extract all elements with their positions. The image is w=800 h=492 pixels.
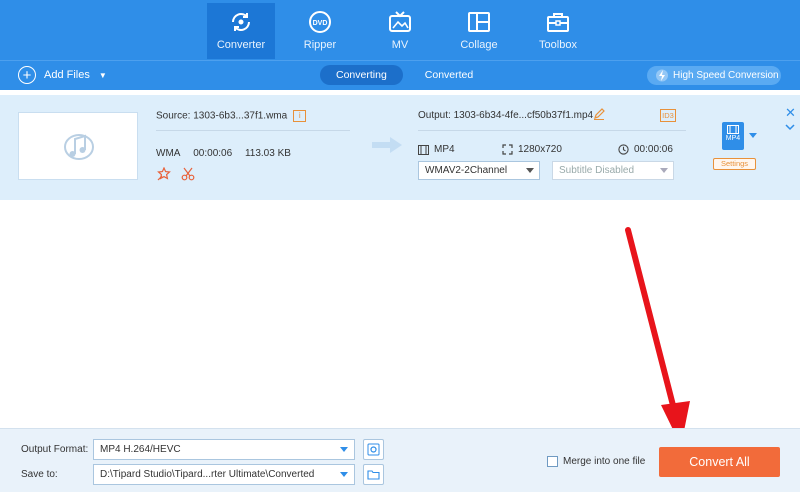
add-files-label: Add Files	[44, 69, 90, 81]
settings-icon	[367, 443, 380, 456]
source-duration: 00:00:06	[193, 148, 233, 159]
nav-collage-label: Collage	[460, 39, 498, 51]
scissors-icon[interactable]	[181, 167, 195, 181]
info-icon[interactable]: i	[293, 110, 307, 122]
clock-icon	[618, 144, 629, 155]
resize-icon	[502, 144, 513, 155]
nav-mv-label: MV	[391, 39, 409, 51]
checkbox-box[interactable]	[547, 456, 558, 467]
toolbox-icon	[547, 13, 569, 32]
high-speed-conversion-button[interactable]: High Speed Conversion	[647, 66, 781, 85]
convert-all-button[interactable]: Convert All	[659, 447, 780, 477]
nav-ripper-label: Ripper	[303, 39, 337, 51]
folder-icon	[367, 470, 380, 480]
file-thumbnail[interactable]	[18, 112, 138, 180]
nav-toolbox-label: Toolbox	[539, 39, 577, 51]
divider	[156, 130, 350, 131]
id3-button[interactable]: ID3	[660, 109, 676, 122]
source-filename: Source: 1303-6b3...37f1.wma i	[156, 110, 307, 122]
subtitle-select: Subtitle Disabled	[552, 161, 674, 180]
nav-converter-label: Converter	[216, 39, 266, 51]
output-format-value: MP4 H.264/HEVC	[100, 444, 181, 455]
output-format: MP4	[418, 144, 455, 155]
dvd-icon: DVD	[309, 11, 331, 33]
status-tabs: Converting Converted	[320, 65, 495, 85]
edit-icon[interactable]	[593, 108, 605, 120]
source-text: Source: 1303-6b3...37f1.wma	[156, 110, 288, 122]
resolution-text: 1280x720	[518, 144, 562, 155]
toolbar: + Add Files ▼ Converting Converted High …	[0, 60, 800, 90]
svg-text:DVD: DVD	[313, 20, 328, 27]
divider	[418, 130, 686, 131]
source-size: 113.03 KB	[244, 148, 291, 159]
collage-icon	[468, 12, 490, 32]
chevron-down-icon	[660, 168, 668, 173]
save-to-label: Save to:	[21, 469, 58, 480]
add-files-button[interactable]: + Add Files ▼	[18, 66, 107, 84]
chevron-down-icon[interactable]	[785, 124, 795, 131]
plus-icon: +	[18, 66, 36, 84]
film-icon	[727, 125, 739, 134]
close-icon[interactable]: ✕	[785, 106, 796, 119]
nav-ripper[interactable]: DVD Ripper	[286, 3, 354, 59]
audio-file-icon	[64, 134, 94, 160]
nav-mv[interactable]: MV	[366, 3, 434, 59]
chevron-down-icon	[340, 472, 348, 477]
duration-text: 00:00:06	[634, 144, 673, 155]
nav-converter[interactable]: Converter	[207, 3, 275, 59]
format-badge-text: MP4	[725, 135, 741, 142]
output-resolution: 1280x720	[502, 144, 562, 155]
converter-icon	[232, 13, 250, 31]
film-icon	[418, 144, 429, 155]
high-speed-label: High Speed Conversion	[673, 70, 779, 81]
caret-down-icon[interactable]	[749, 133, 757, 138]
output-format-badge[interactable]: MP4	[722, 122, 744, 150]
merge-label: Merge into one file	[563, 456, 646, 467]
source-format: WMA	[156, 148, 181, 159]
chevron-down-icon	[340, 447, 348, 452]
output-duration: 00:00:06	[618, 144, 673, 155]
output-format-select[interactable]: MP4 H.264/HEVC	[93, 439, 355, 460]
save-to-select[interactable]: D:\Tipard Studio\Tipard...rter Ultimate\…	[93, 464, 355, 485]
output-filename: Output: 1303-6b34-4fe...cf50b37f1.mp4	[418, 110, 594, 121]
top-nav: Converter DVD Ripper MV Collage Toolbox	[0, 0, 800, 60]
output-format-text: MP4	[434, 144, 455, 155]
audio-track-value: WMAV2-2Channel	[425, 165, 508, 176]
nav-toolbox[interactable]: Toolbox	[524, 3, 592, 59]
source-meta: WMA 00:00:06 113.03 KB	[156, 148, 301, 159]
tab-converting[interactable]: Converting	[320, 65, 403, 85]
tab-converted[interactable]: Converted	[409, 65, 489, 85]
file-row: Source: 1303-6b3...37f1.wma i WMA 00:00:0…	[0, 95, 800, 200]
tv-icon	[389, 11, 411, 32]
format-settings-button[interactable]	[363, 439, 384, 460]
subtitle-value: Subtitle Disabled	[559, 165, 635, 176]
chevron-down-icon	[526, 168, 534, 173]
merge-checkbox[interactable]: Merge into one file	[547, 456, 645, 467]
save-to-value: D:\Tipard Studio\Tipard...rter Ultimate\…	[100, 469, 315, 480]
caret-down-icon[interactable]: ▼	[99, 71, 107, 80]
nav-collage[interactable]: Collage	[445, 3, 513, 59]
open-folder-button[interactable]	[363, 464, 384, 485]
enhance-icon[interactable]	[157, 167, 171, 181]
lightning-icon	[656, 69, 668, 82]
arrow-right-icon	[372, 137, 402, 153]
audio-track-select[interactable]: WMAV2-2Channel	[418, 161, 540, 180]
output-format-label: Output Format:	[21, 444, 89, 455]
settings-button[interactable]: Settings	[713, 158, 756, 170]
